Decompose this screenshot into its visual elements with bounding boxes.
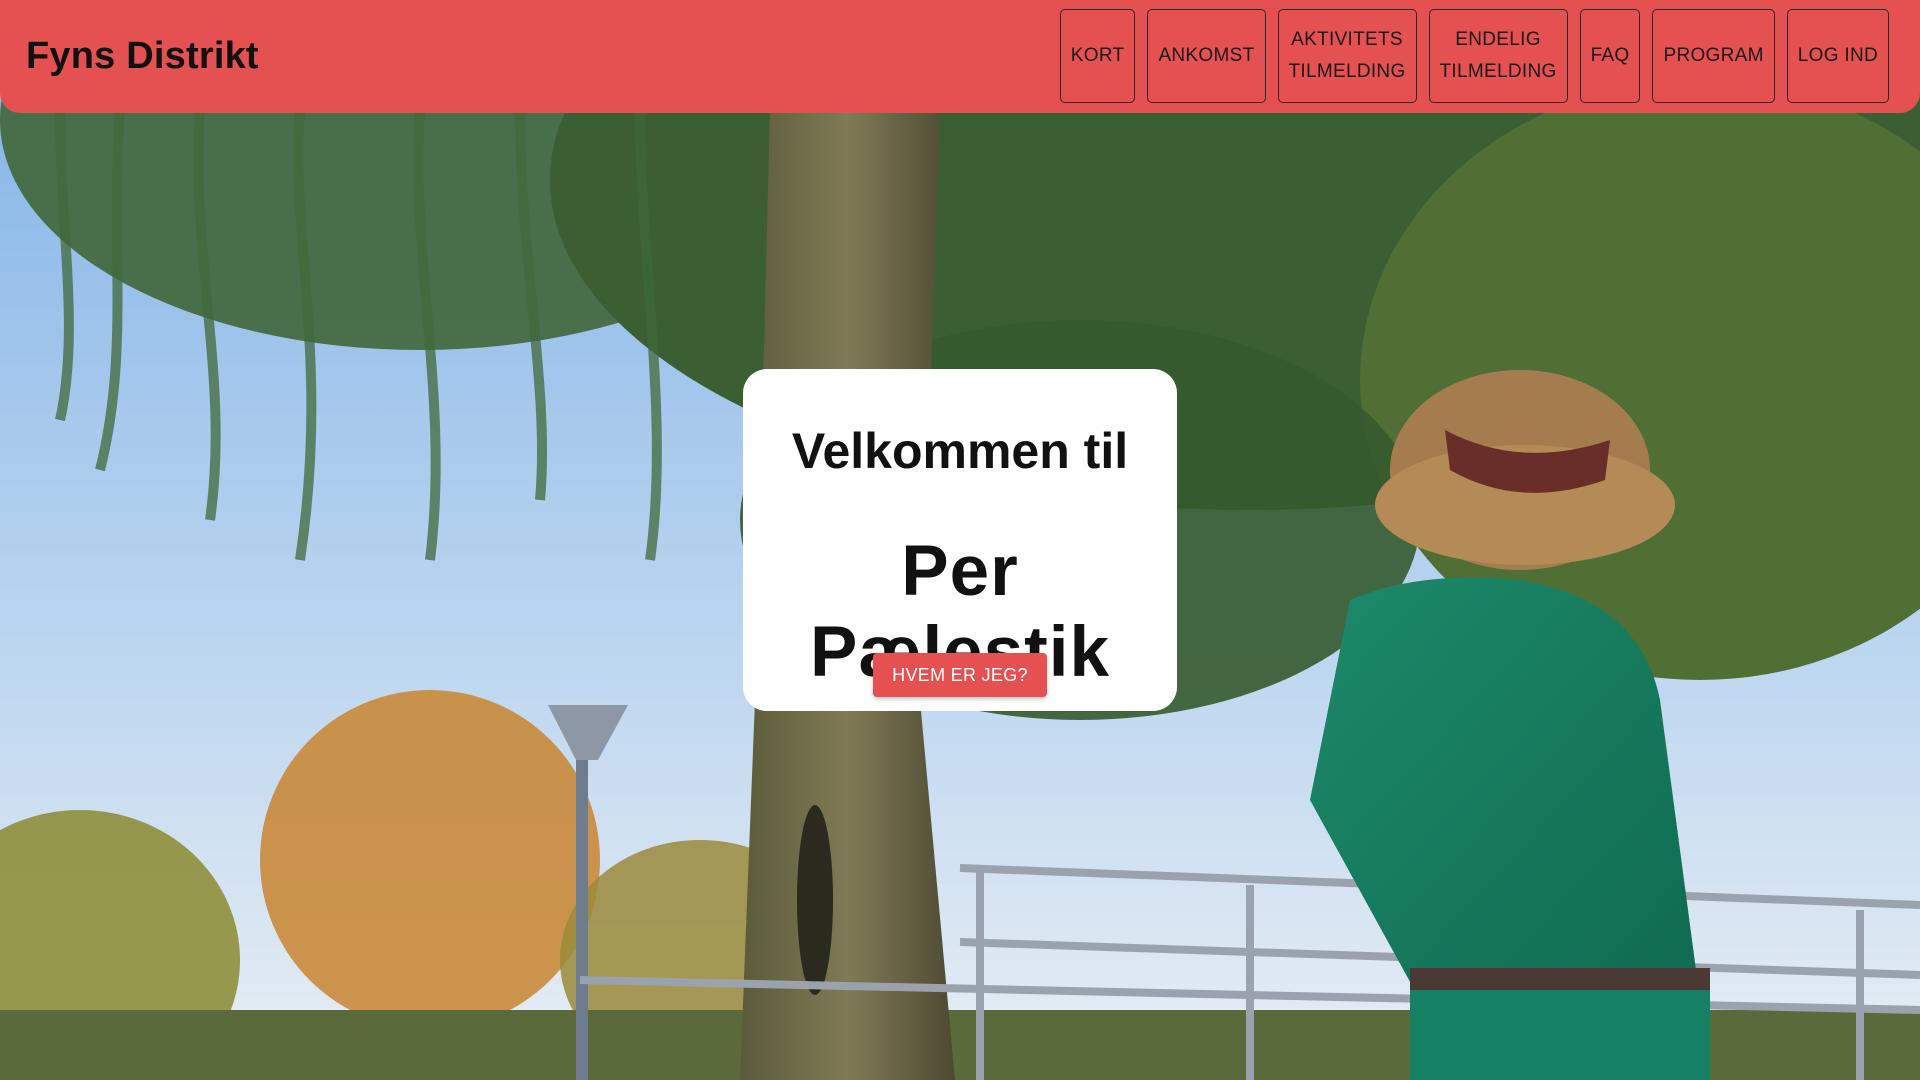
nav-aktivitets-label-line1: AKTIVITETS	[1291, 29, 1403, 50]
brand-title[interactable]: Fyns Distrikt	[26, 0, 259, 113]
nav-log-ind-label: LOG IND	[1797, 45, 1878, 66]
nav-ankomst[interactable]: ANKOMST	[1147, 9, 1266, 103]
welcome-card: Velkommen til Per Pælestik HVEM ER JEG?	[743, 369, 1177, 711]
nav-kort-label: KORT	[1070, 45, 1125, 66]
nav-endelig-tilmelding[interactable]: ENDELIG TILMELDING	[1428, 9, 1568, 103]
top-navigation-bar: Fyns Distrikt KORT ANKOMST AKTIVITETS TI…	[0, 0, 1920, 113]
nav-aktivitets-tilmelding[interactable]: AKTIVITETS TILMELDING	[1277, 9, 1417, 103]
who-am-i-button[interactable]: HVEM ER JEG?	[873, 653, 1047, 697]
nav-program-label: PROGRAM	[1663, 45, 1764, 66]
welcome-greeting: Velkommen til	[791, 423, 1129, 479]
nav-kort[interactable]: KORT	[1059, 9, 1136, 103]
nav-endelig-label-line2: TILMELDING	[1439, 61, 1557, 82]
nav-faq-label: FAQ	[1590, 45, 1630, 66]
nav-endelig-label-line1: ENDELIG	[1455, 29, 1541, 50]
nav-program[interactable]: PROGRAM	[1652, 9, 1775, 103]
nav-aktivitets-label-line2: TILMELDING	[1288, 61, 1406, 82]
main-nav: KORT ANKOMST AKTIVITETS TILMELDING ENDEL…	[1059, 9, 1889, 103]
nav-log-ind[interactable]: LOG IND	[1786, 9, 1889, 103]
nav-ankomst-label: ANKOMST	[1158, 45, 1255, 66]
nav-faq[interactable]: FAQ	[1579, 9, 1641, 103]
